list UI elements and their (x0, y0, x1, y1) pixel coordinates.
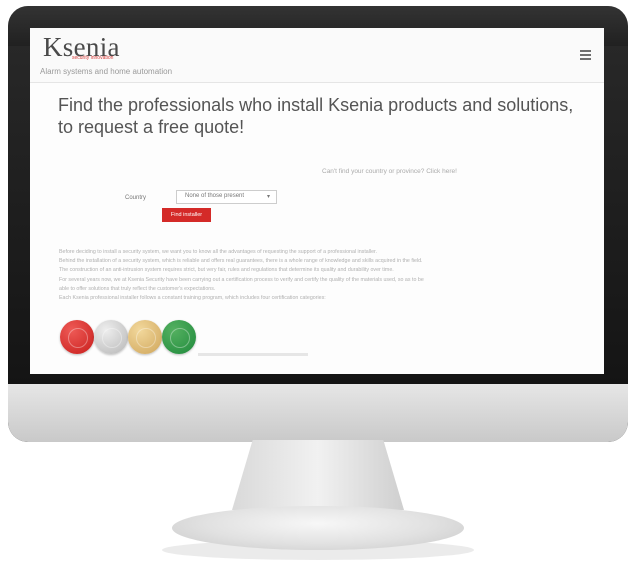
intro-line: Behind the installation of a security sy… (59, 258, 423, 265)
intro-line: Each Ksenia professional installer follo… (59, 295, 326, 302)
chevron-down-icon: ▾ (266, 194, 270, 200)
monitor-stand-neck (232, 440, 404, 510)
menu-bar (580, 54, 591, 56)
site-tagline: Alarm systems and home automation (40, 67, 173, 76)
silver-certification-badge (94, 320, 128, 354)
page-headline: Find the professionals who install Kseni… (58, 95, 574, 137)
intro-line: Before deciding to install a security sy… (59, 249, 377, 255)
red-certification-badge (60, 320, 94, 354)
menu-bar (580, 58, 591, 60)
monitor-chin (8, 384, 628, 442)
faint-text-line (198, 353, 308, 356)
logo-subline: security innovation (72, 55, 114, 61)
find-installer-button[interactable]: Find installer (162, 208, 211, 222)
monitor-screen: Ksenia security innovation Alarm systems… (30, 28, 604, 374)
hamburger-menu-icon[interactable] (580, 50, 591, 60)
country-select-value: None of those present (185, 193, 245, 199)
menu-bar (580, 50, 591, 52)
gold-certification-badge (128, 320, 162, 354)
country-select[interactable]: None of those present ▾ (176, 190, 277, 204)
country-label: Country (125, 195, 147, 201)
intro-line: For several years now, we at Ksenia Secu… (59, 276, 424, 283)
intro-text: Before deciding to install a security sy… (59, 248, 579, 303)
site-header: Ksenia security innovation Alarm systems… (30, 28, 604, 83)
cant-find-country-link[interactable]: Can't find your country or province? Cli… (322, 168, 457, 175)
intro-line: able to offer solutions that truly refle… (59, 285, 216, 292)
monitor-stand-base (172, 506, 464, 550)
intro-line: The construction of an anti-intrusion sy… (59, 267, 394, 274)
green-certification-badge (162, 320, 196, 354)
